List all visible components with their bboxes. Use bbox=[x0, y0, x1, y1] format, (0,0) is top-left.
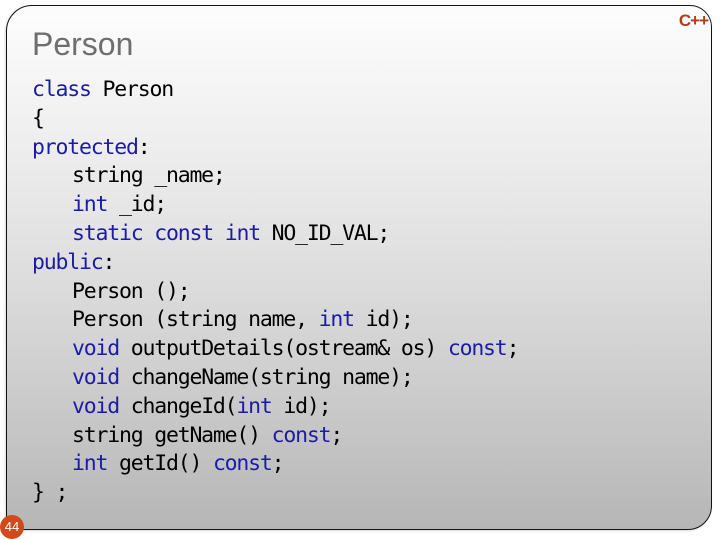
code-text: outputDetails(ostream& os) bbox=[118, 336, 448, 362]
code-text: id); bbox=[271, 393, 331, 419]
code-keyword: public bbox=[32, 249, 104, 275]
code-text: getId() bbox=[107, 451, 213, 477]
code-line: int getId() const; bbox=[32, 450, 518, 479]
slide: Person C++ class Person{protected: string… bbox=[0, 0, 720, 540]
code-keyword: protected bbox=[32, 134, 139, 160]
code-text: Person (string name, bbox=[72, 307, 319, 333]
code-text: changeName(string name); bbox=[118, 364, 414, 390]
code-block: class Person{protected: string _name; int … bbox=[32, 76, 520, 508]
code-text: NO_ID_VAL; bbox=[259, 220, 391, 246]
code-line: class Person bbox=[32, 76, 518, 105]
code-line: string _name; bbox=[32, 162, 518, 191]
code-text: : bbox=[137, 134, 151, 160]
code-line: public: bbox=[32, 249, 518, 278]
code-keyword: int bbox=[72, 451, 108, 477]
code-line: } ; bbox=[32, 479, 518, 508]
code-text: ; bbox=[506, 336, 520, 362]
code-keyword: const bbox=[212, 451, 273, 477]
code-keyword: void bbox=[72, 336, 120, 362]
code-keyword: int bbox=[236, 393, 272, 419]
code-keyword: int bbox=[224, 220, 261, 246]
code-line: Person (); bbox=[32, 278, 518, 307]
code-text: _id; bbox=[107, 192, 167, 218]
code-text: Person bbox=[90, 77, 174, 102]
code-text: string getName() bbox=[72, 422, 272, 448]
code-text: changeId( bbox=[118, 393, 238, 419]
cpp-logo-icon: C++ bbox=[678, 11, 709, 30]
code-line: void changeId(int id); bbox=[32, 393, 518, 422]
code-line: static const int NO_ID_VAL; bbox=[32, 220, 518, 249]
code-line: string getName() const; bbox=[32, 422, 518, 451]
code-keyword: void bbox=[72, 393, 120, 419]
code-line: Person (string name, int id); bbox=[32, 306, 518, 335]
code-line: void changeName(string name); bbox=[32, 364, 518, 393]
code-text: ; bbox=[271, 451, 285, 477]
page-number-badge: 44 bbox=[0, 515, 24, 539]
code-keyword: static bbox=[72, 220, 144, 246]
code-keyword: void bbox=[72, 364, 120, 390]
code-text: : bbox=[102, 249, 115, 275]
code-text: string _name; bbox=[72, 163, 226, 189]
code-text: ; bbox=[330, 422, 343, 448]
code-keyword: int bbox=[72, 192, 108, 218]
code-keyword: const bbox=[154, 220, 214, 246]
code-line: int _id; bbox=[32, 191, 518, 220]
code-text: } ; bbox=[32, 480, 68, 506]
code-keyword: const bbox=[271, 422, 332, 448]
code-line: void outputDetails(ostream& os) const; bbox=[32, 335, 520, 364]
code-keyword: class bbox=[32, 77, 92, 102]
code-line: { bbox=[32, 105, 518, 134]
code-text: Person (); bbox=[72, 278, 191, 304]
slide-title: Person bbox=[32, 26, 134, 62]
code-text: id); bbox=[353, 307, 414, 333]
code-text: { bbox=[32, 105, 45, 131]
code-keyword: int bbox=[318, 307, 355, 333]
code-keyword: const bbox=[447, 336, 508, 362]
code-line: protected: bbox=[32, 134, 518, 163]
